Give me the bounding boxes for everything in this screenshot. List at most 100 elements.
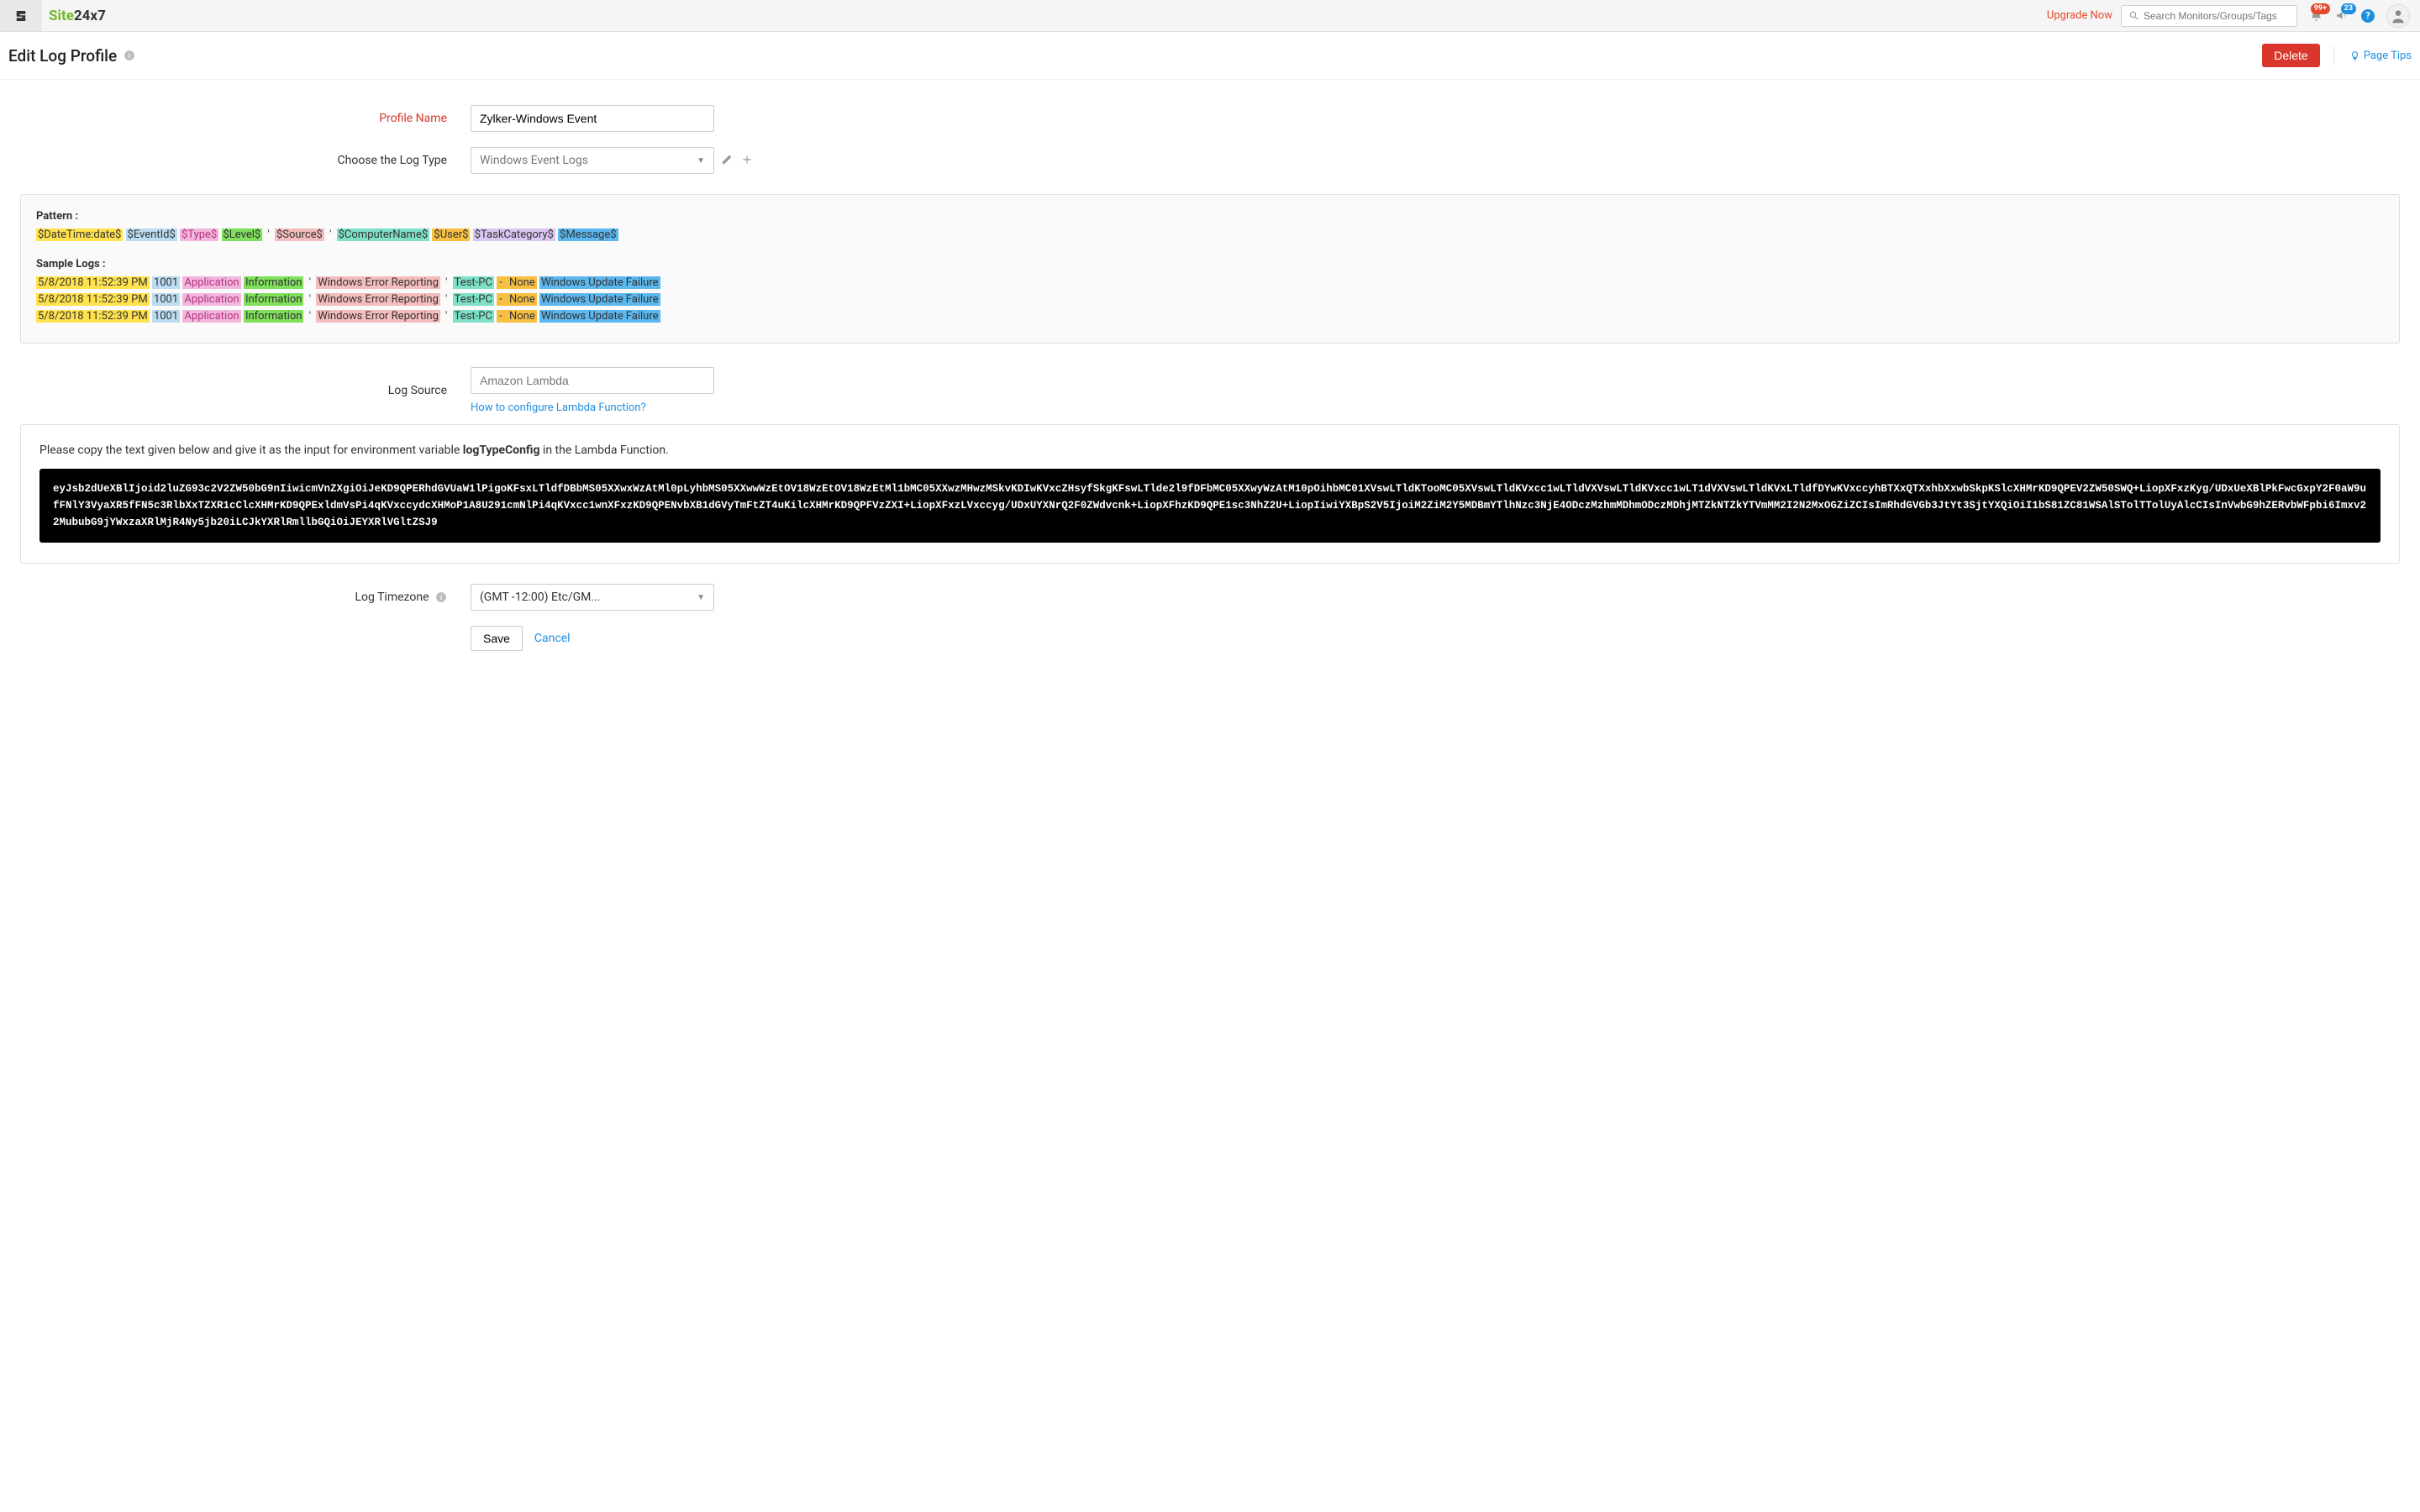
pattern-label: Pattern : bbox=[36, 210, 2384, 223]
sample-token: Information bbox=[244, 293, 304, 306]
brand-logo: Site24x7 bbox=[49, 8, 106, 24]
title-bar: Edit Log Profile i Delete Page Tips bbox=[0, 32, 2420, 80]
pattern-token: $TaskCategory$ bbox=[473, 228, 555, 241]
pattern-token: $Level$ bbox=[222, 228, 263, 241]
sample-log-row: 5/8/2018 11:52:39 PM 1001 Application In… bbox=[36, 309, 2384, 324]
sample-token: - bbox=[497, 293, 508, 306]
config-intro-bold: logTypeConfig bbox=[463, 444, 540, 457]
config-intro-post: in the Lambda Function. bbox=[539, 444, 668, 457]
sample-log-row: 5/8/2018 11:52:39 PM 1001 Application In… bbox=[36, 292, 2384, 307]
add-log-type-button[interactable] bbox=[741, 153, 753, 169]
sample-token: - bbox=[497, 276, 508, 289]
row-timezone: Log Timezone i (GMT -12:00) Etc/GM... ▼ bbox=[0, 584, 2420, 611]
sample-token: Windows Error Reporting bbox=[316, 293, 440, 306]
pattern-token: $Type$ bbox=[180, 228, 218, 241]
page-tips-link[interactable]: Page Tips bbox=[2349, 50, 2412, 62]
sample-token: - bbox=[497, 310, 508, 323]
pattern-token: $ComputerName$ bbox=[337, 228, 430, 241]
sample-log-row: 5/8/2018 11:52:39 PM 1001 Application In… bbox=[36, 276, 2384, 291]
sample-token: Windows Update Failure bbox=[539, 293, 660, 306]
delete-button[interactable]: Delete bbox=[2262, 44, 2319, 67]
pattern-tokens: $DateTime:date$ $EventId$ $Type$ $Level$… bbox=[36, 228, 2384, 243]
config-panel: Please copy the text given below and giv… bbox=[20, 424, 2400, 564]
sample-token: ' bbox=[307, 310, 313, 323]
topbar: Site24x7 Upgrade Now 99+ 23 ? bbox=[0, 0, 2420, 32]
sample-token: ' bbox=[307, 276, 313, 289]
pattern-token: $EventId$ bbox=[126, 228, 177, 241]
row-profile-name: Profile Name bbox=[0, 105, 2420, 132]
lightbulb-icon bbox=[2349, 50, 2360, 61]
sample-token: Test-PC bbox=[453, 293, 494, 306]
sample-token: 5/8/2018 11:52:39 PM bbox=[36, 276, 150, 289]
sample-logs-label: Sample Logs : bbox=[36, 258, 2384, 270]
notifications-badge: 99+ bbox=[2311, 3, 2330, 14]
pattern-token: $Message$ bbox=[558, 228, 618, 241]
pattern-token: $Source$ bbox=[275, 228, 324, 241]
timezone-select[interactable]: (GMT -12:00) Etc/GM... ▼ bbox=[471, 584, 714, 611]
svg-text:i: i bbox=[129, 52, 130, 60]
sample-token: None bbox=[508, 276, 537, 289]
config-intro: Please copy the text given below and giv… bbox=[39, 444, 2381, 457]
page-title: Edit Log Profile bbox=[8, 46, 117, 66]
page-tips-text: Page Tips bbox=[2364, 50, 2412, 62]
search-input[interactable] bbox=[2144, 10, 2290, 22]
sample-token: Application bbox=[182, 276, 240, 289]
sample-token: 5/8/2018 11:52:39 PM bbox=[36, 310, 150, 323]
user-avatar[interactable] bbox=[2386, 4, 2410, 28]
upgrade-link[interactable]: Upgrade Now bbox=[2047, 9, 2112, 22]
sample-token: Information bbox=[244, 276, 304, 289]
row-actions: Save Cancel bbox=[0, 626, 2420, 651]
form: Profile Name Choose the Log Type Windows… bbox=[0, 80, 2420, 700]
sample-token: Windows Error Reporting bbox=[316, 276, 440, 289]
brand-text-green: Site bbox=[49, 8, 74, 24]
pattern-token: ' bbox=[327, 228, 334, 241]
sample-token: 1001 bbox=[152, 293, 180, 306]
config-intro-pre: Please copy the text given below and giv… bbox=[39, 444, 463, 457]
edit-log-type-button[interactable] bbox=[721, 153, 733, 169]
save-button[interactable]: Save bbox=[471, 626, 523, 651]
timezone-label: Log Timezone i bbox=[0, 591, 471, 604]
pencil-icon bbox=[721, 154, 733, 165]
sample-token: Windows Update Failure bbox=[539, 276, 660, 289]
search-box[interactable] bbox=[2121, 5, 2297, 27]
sample-token: Application bbox=[182, 293, 240, 306]
app-menu-toggle[interactable] bbox=[0, 0, 42, 31]
lambda-help-link[interactable]: How to configure Lambda Function? bbox=[471, 402, 646, 414]
sample-token: None bbox=[508, 310, 537, 323]
sample-token: 1001 bbox=[152, 310, 180, 323]
brand-text-dark: 24x7 bbox=[74, 8, 106, 24]
sample-token: Application bbox=[182, 310, 240, 323]
messages-button[interactable]: 23 bbox=[2335, 8, 2349, 23]
search-icon bbox=[2128, 10, 2139, 21]
sample-token: Test-PC bbox=[453, 276, 494, 289]
log-source-label: Log Source bbox=[0, 384, 471, 397]
sample-token: ' bbox=[443, 293, 450, 306]
cancel-button[interactable]: Cancel bbox=[534, 632, 571, 645]
sample-token: 5/8/2018 11:52:39 PM bbox=[36, 293, 150, 306]
notifications-button[interactable]: 99+ bbox=[2309, 8, 2323, 23]
sample-token: ' bbox=[307, 293, 313, 306]
sample-token: Information bbox=[244, 310, 304, 323]
chevron-down-icon: ▼ bbox=[697, 156, 705, 165]
help-button[interactable]: ? bbox=[2361, 9, 2375, 23]
info-icon[interactable]: i bbox=[435, 591, 447, 603]
sample-token: 1001 bbox=[152, 276, 180, 289]
sample-token: None bbox=[508, 293, 537, 306]
site24x7-s-icon bbox=[13, 8, 29, 24]
sample-token: Windows Update Failure bbox=[539, 310, 660, 323]
sample-token: ' bbox=[443, 276, 450, 289]
profile-name-input[interactable] bbox=[471, 105, 714, 132]
sample-token: ' bbox=[443, 310, 450, 323]
svg-text:i: i bbox=[440, 594, 442, 601]
avatar-icon bbox=[2390, 8, 2407, 24]
profile-name-label: Profile Name bbox=[0, 112, 471, 125]
log-source-input[interactable] bbox=[471, 367, 714, 394]
log-type-select[interactable]: Windows Event Logs ▼ bbox=[471, 147, 714, 174]
info-icon[interactable]: i bbox=[124, 50, 135, 61]
log-type-label: Choose the Log Type bbox=[0, 154, 471, 167]
timezone-value: (GMT -12:00) Etc/GM... bbox=[480, 591, 697, 604]
sample-token: Windows Error Reporting bbox=[316, 310, 440, 323]
config-code[interactable]: eyJsb2dUeXBlIjoid2luZG93c2V2ZW50bG9nIiwi… bbox=[39, 469, 2381, 543]
question-icon: ? bbox=[2361, 9, 2375, 23]
row-log-source: Log Source How to configure Lambda Funct… bbox=[0, 367, 2420, 414]
